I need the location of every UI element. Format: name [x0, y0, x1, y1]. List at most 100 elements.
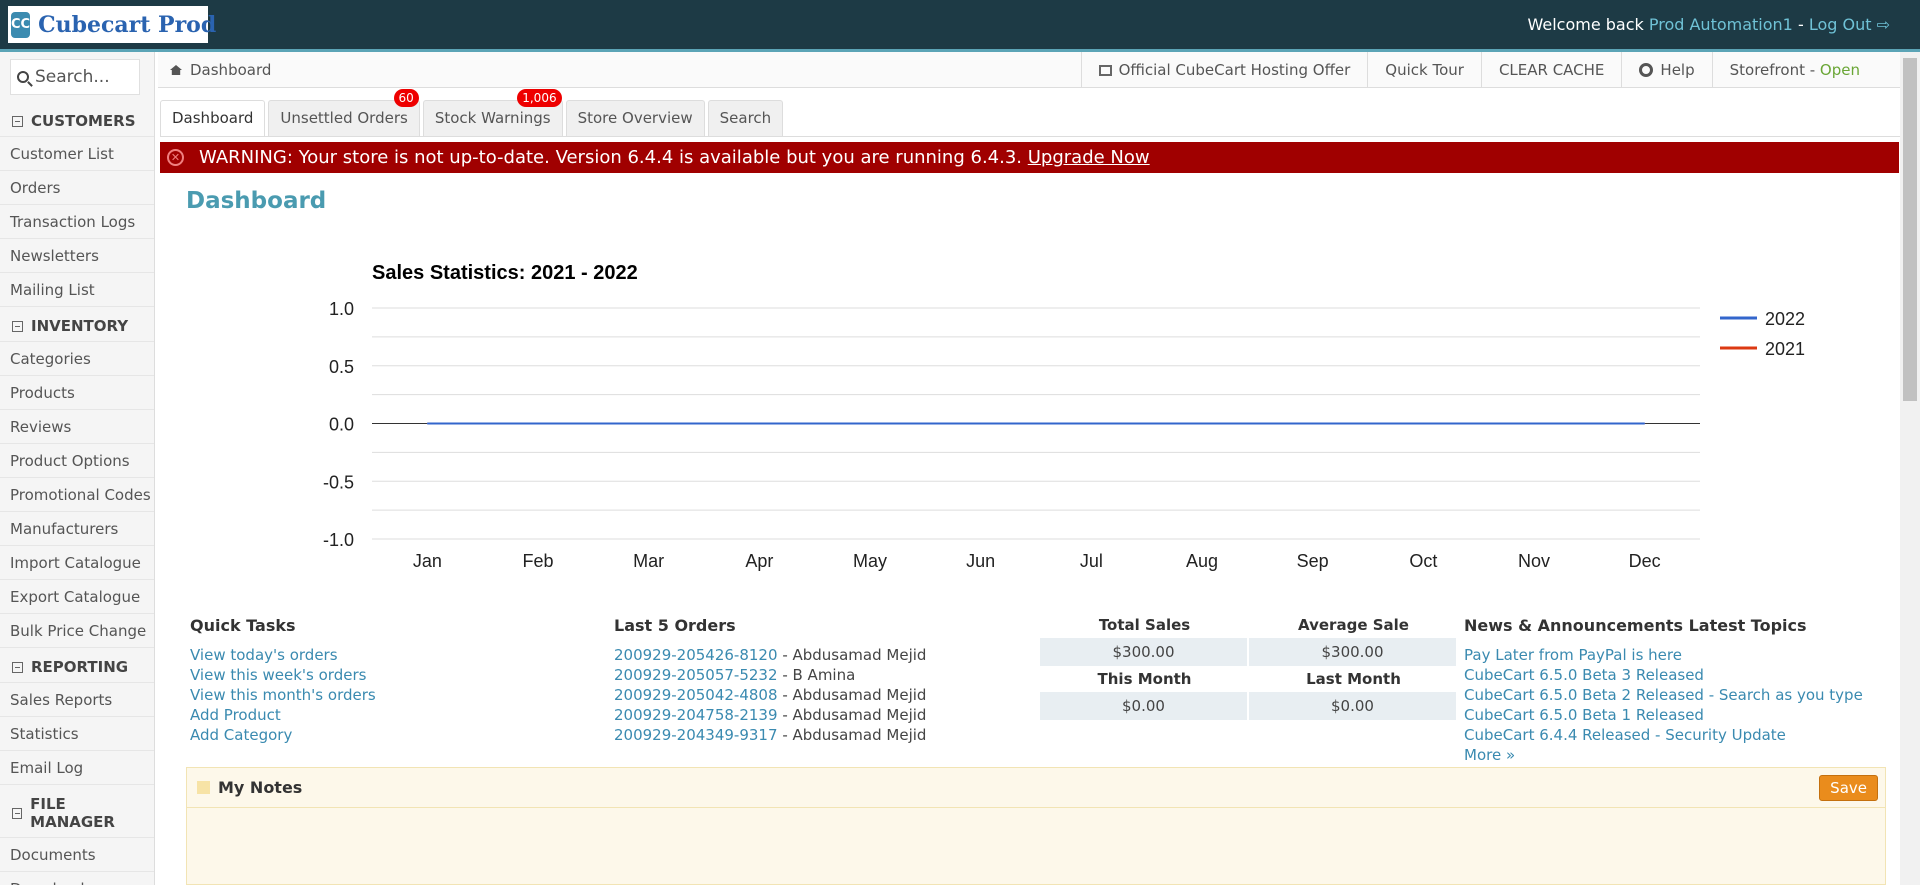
- series-point-2022: [1644, 423, 1646, 424]
- series-point-2022: [980, 423, 982, 424]
- quick-tour-link[interactable]: Quick Tour: [1367, 52, 1481, 88]
- series-point-2022: [648, 423, 650, 424]
- order-customer: - B Amina: [782, 666, 856, 684]
- tab-store-overview[interactable]: Store Overview: [565, 100, 705, 136]
- dashboard-tabs: Dashboard Unsettled Orders 60 Stock Warning…: [160, 89, 786, 136]
- tab-unsettled-orders[interactable]: Unsettled Orders 60: [268, 89, 420, 136]
- tab-dashboard[interactable]: Dashboard: [160, 100, 266, 136]
- quick-task-link[interactable]: Add Product: [190, 705, 376, 725]
- news-link[interactable]: CubeCart 6.4.4 Released - Security Updat…: [1464, 725, 1863, 745]
- order-id-link[interactable]: 200929-205426-8120: [614, 646, 778, 664]
- hosting-offer-link[interactable]: Official CubeCart Hosting Offer: [1080, 52, 1368, 88]
- upgrade-now-link[interactable]: Upgrade Now: [1028, 147, 1150, 168]
- sidebar-item-transaction-logs[interactable]: Transaction Logs: [0, 205, 154, 239]
- y-tick-label: 1.0: [329, 299, 354, 319]
- update-warning-banner: ✕ WARNING: Your store is not up-to-date.…: [160, 142, 1899, 173]
- quick-task-link[interactable]: View this month's orders: [190, 685, 376, 705]
- breadcrumb[interactable]: Dashboard: [170, 61, 271, 79]
- user-name-link[interactable]: Prod Automation1: [1649, 15, 1793, 34]
- quick-task-link[interactable]: View this week's orders: [190, 665, 376, 685]
- scrollbar-thumb[interactable]: [1903, 58, 1917, 401]
- order-id-link[interactable]: 200929-205042-4808: [614, 686, 778, 704]
- sidebar-section-inventory[interactable]: INVENTORY: [0, 307, 154, 342]
- sidebar-section-title: INVENTORY: [31, 317, 129, 335]
- sidebar-item-sales-reports[interactable]: Sales Reports: [0, 683, 154, 717]
- series-point-2022: [1201, 423, 1203, 424]
- x-tick-label: Oct: [1409, 551, 1437, 571]
- breadcrumb-bar: Dashboard Official CubeCart Hosting Offe…: [158, 52, 1900, 88]
- x-tick-label: Dec: [1629, 551, 1661, 571]
- page-title: Dashboard: [186, 188, 327, 214]
- sidebar-item-import-catalogue[interactable]: Import Catalogue: [0, 546, 154, 580]
- sidebar-item-product-options[interactable]: Product Options: [0, 444, 154, 478]
- notes-textarea[interactable]: [187, 808, 1885, 884]
- news-more-link[interactable]: More »: [1464, 745, 1863, 765]
- sidebar-item-bulk-price-change[interactable]: Bulk Price Change: [0, 614, 154, 648]
- last-month-label: Last Month: [1306, 670, 1401, 688]
- y-tick-label: 0.0: [329, 415, 354, 435]
- sidebar-item-promotional-codes[interactable]: Promotional Codes: [0, 478, 154, 512]
- clear-cache-link[interactable]: CLEAR CACHE: [1480, 52, 1621, 88]
- sidebar-item-orders[interactable]: Orders: [0, 171, 154, 205]
- sidebar-item-downloads[interactable]: Downloads: [0, 872, 154, 885]
- page-scrollbar[interactable]: [1900, 52, 1920, 885]
- logout-link[interactable]: Log Out: [1809, 15, 1872, 34]
- logout-icon[interactable]: ⇨: [1877, 15, 1890, 34]
- order-customer: - Abdusamad Mejid: [782, 686, 927, 704]
- last-month-value: $0.00: [1249, 692, 1456, 720]
- news-link[interactable]: CubeCart 6.5.0 Beta 2 Released - Search …: [1464, 685, 1863, 705]
- tab-stock-warnings[interactable]: Stock Warnings 1,006: [422, 89, 563, 136]
- news-link[interactable]: CubeCart 6.5.0 Beta 1 Released: [1464, 705, 1863, 725]
- order-id-link[interactable]: 200929-204758-2139: [614, 706, 778, 724]
- x-tick-label: Nov: [1518, 551, 1550, 571]
- storefront-label: Storefront: [1729, 61, 1805, 79]
- sidebar-item-newsletters[interactable]: Newsletters: [0, 239, 154, 273]
- sales-chart: Sales Statistics: 2021 - 2022 1.0 0.5 0.0 -0…: [323, 262, 1805, 571]
- news-link[interactable]: CubeCart 6.5.0 Beta 3 Released: [1464, 665, 1863, 685]
- search-placeholder: Search...: [35, 67, 110, 87]
- sidebar-item-customer-list[interactable]: Customer List: [0, 137, 154, 171]
- sidebar-search-input[interactable]: Search...: [10, 59, 140, 95]
- help-link[interactable]: Help: [1621, 52, 1711, 88]
- x-tick-label: Mar: [633, 551, 664, 571]
- my-notes-panel: My Notes Save: [186, 767, 1886, 885]
- sidebar-section-customers[interactable]: CUSTOMERS: [0, 102, 154, 137]
- storefront-link[interactable]: Storefront - Open: [1711, 52, 1900, 88]
- last-orders-list: 200929-205426-8120 - Abdusamad Mejid 2009…: [614, 645, 926, 745]
- quick-task-link[interactable]: View today's orders: [190, 645, 376, 665]
- order-id-link[interactable]: 200929-205057-5232: [614, 666, 778, 684]
- news-link[interactable]: Pay Later from PayPal is here: [1464, 645, 1863, 665]
- breadcrumb-label: Dashboard: [190, 61, 272, 79]
- tabs-divider: [160, 136, 1900, 137]
- sidebar-item-email-log[interactable]: Email Log: [0, 751, 154, 785]
- sidebar-item-documents[interactable]: Documents: [0, 838, 154, 872]
- sidebar-section-title: CUSTOMERS: [31, 112, 136, 130]
- sidebar-item-categories[interactable]: Categories: [0, 342, 154, 376]
- total-sales-value: $300.00: [1040, 638, 1247, 666]
- y-tick-label: -1.0: [323, 530, 354, 550]
- sidebar-item-export-catalogue[interactable]: Export Catalogue: [0, 580, 154, 614]
- store-logo[interactable]: CC Cubecart Prod: [8, 6, 216, 43]
- series-point-2022: [1533, 423, 1535, 424]
- this-month-value: $0.00: [1040, 692, 1247, 720]
- sidebar-section-reporting[interactable]: REPORTING: [0, 648, 154, 683]
- sidebar-section-title: FILE MANAGER: [30, 795, 115, 831]
- sales-stats: Total Sales Average Sale $300.00 $300.00…: [1040, 612, 1458, 720]
- quick-task-link[interactable]: Add Category: [190, 725, 376, 745]
- average-sale-value: $300.00: [1249, 638, 1456, 666]
- series-point-2022: [1422, 423, 1424, 424]
- sidebar-item-products[interactable]: Products: [0, 376, 154, 410]
- tab-search[interactable]: Search: [707, 100, 784, 136]
- chart-title: Sales Statistics: 2021 - 2022: [372, 262, 638, 284]
- sidebar-item-mailing-list[interactable]: Mailing List: [0, 273, 154, 307]
- sidebar-item-reviews[interactable]: Reviews: [0, 410, 154, 444]
- order-id-link[interactable]: 200929-204349-9317: [614, 726, 778, 744]
- welcome-bar: Welcome back Prod Automation1 - Log Out …: [1527, 15, 1890, 34]
- save-notes-button[interactable]: Save: [1819, 775, 1878, 801]
- x-tick-label: Apr: [745, 551, 773, 571]
- order-row: 200929-204349-9317 - Abdusamad Mejid: [614, 725, 926, 745]
- sidebar-item-statistics[interactable]: Statistics: [0, 717, 154, 751]
- sidebar-section-file-manager[interactable]: FILE MANAGER: [0, 785, 154, 838]
- search-icon: [17, 71, 29, 83]
- sidebar-item-manufacturers[interactable]: Manufacturers: [0, 512, 154, 546]
